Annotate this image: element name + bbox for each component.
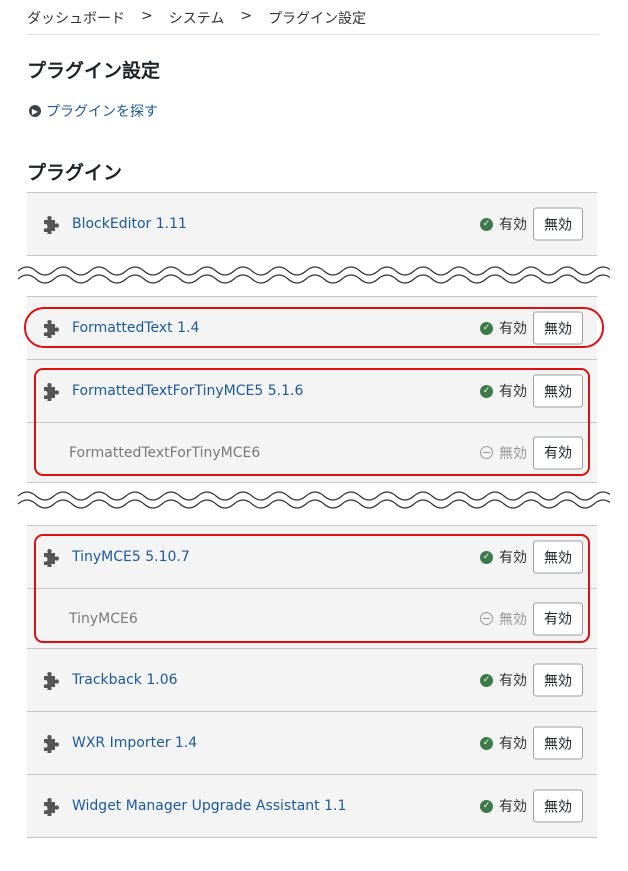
- status-label: 無効: [499, 445, 527, 462]
- plugin-row-widget-manager: Widget Manager Upgrade Assistant 1.1 ✓ 有効…: [27, 775, 597, 838]
- plugin-row-trackback: Trackback 1.06 ✓ 有効 無効: [27, 649, 597, 712]
- status-label: 有効: [499, 550, 527, 566]
- puzzle-icon: [41, 381, 61, 401]
- enable-button[interactable]: 有効: [533, 602, 583, 635]
- plugin-name: TinyMCE6: [69, 610, 138, 627]
- breadcrumb-system[interactable]: システム: [169, 8, 225, 34]
- plugin-name[interactable]: FormattedTextForTinyMCE5 5.1.6: [72, 383, 303, 399]
- breadcrumb-dashboard[interactable]: ダッシュボード: [27, 8, 125, 34]
- section-break-wave: [18, 266, 610, 284]
- plugin-name[interactable]: Trackback 1.06: [72, 672, 178, 688]
- disable-button[interactable]: 無効: [533, 540, 583, 574]
- breadcrumb: ダッシュボード > システム > プラグイン設定: [27, 8, 599, 35]
- plugin-name[interactable]: TinyMCE5 5.10.7: [72, 549, 190, 565]
- plugin-row-tinymce6: TinyMCE6 無効 有効: [27, 589, 597, 649]
- check-circle-icon: ✓: [480, 673, 493, 687]
- plugin-list: FormattedText 1.4 ✓ 有効 無効 FormattedTextFo…: [27, 296, 597, 483]
- puzzle-icon: [41, 214, 61, 234]
- enable-button[interactable]: 有効: [533, 436, 583, 469]
- puzzle-icon: [41, 796, 61, 816]
- page-title: プラグイン設定: [27, 60, 161, 82]
- plugin-status: ✓ 有効: [480, 733, 527, 753]
- plugin-row-formattedtextfortinymce5: FormattedTextForTinyMCE5 5.1.6 ✓ 有効 無効: [27, 360, 597, 423]
- find-plugins-label[interactable]: プラグインを探す: [46, 101, 158, 121]
- breadcrumb-separator: >: [141, 8, 153, 24]
- plugin-status: ✓ 有効: [480, 670, 527, 690]
- status-label: 有効: [499, 321, 527, 337]
- check-circle-icon: ✓: [480, 217, 493, 231]
- section-break-wave: [18, 491, 610, 509]
- find-plugins-link[interactable]: ▶ プラグインを探す: [29, 101, 158, 121]
- breadcrumb-plugin-settings: プラグイン設定: [268, 11, 367, 27]
- check-circle-icon: ✓: [480, 550, 493, 564]
- plugin-list: TinyMCE5 5.10.7 ✓ 有効 無効 TinyMCE6 無効 有効 Tr…: [27, 525, 597, 838]
- check-circle-icon: ✓: [480, 736, 493, 750]
- plugin-row-wxr-importer: WXR Importer 1.4 ✓ 有効 無効: [27, 712, 597, 775]
- plugin-status: 無効: [480, 609, 527, 629]
- plugin-name[interactable]: FormattedText 1.4: [72, 320, 199, 336]
- status-label: 有効: [499, 736, 527, 752]
- plugin-name[interactable]: Widget Manager Upgrade Assistant 1.1: [72, 798, 346, 814]
- plugin-list: BlockEditor 1.11 ✓ 有効 無効: [27, 192, 597, 256]
- puzzle-icon: [41, 547, 61, 567]
- disable-button[interactable]: 無効: [533, 311, 583, 345]
- plugin-row-formattedtext: FormattedText 1.4 ✓ 有効 無効: [27, 297, 597, 360]
- disable-button[interactable]: 無効: [533, 663, 583, 697]
- plugin-name[interactable]: BlockEditor 1.11: [72, 216, 187, 232]
- disable-button[interactable]: 無効: [533, 726, 583, 760]
- section-title: プラグイン: [27, 162, 123, 184]
- check-circle-icon: ✓: [480, 384, 493, 398]
- plugin-row-tinymce5: TinyMCE5 5.10.7 ✓ 有効 無効: [27, 526, 597, 589]
- plugin-status: ✓ 有効: [480, 547, 527, 567]
- disable-button[interactable]: 無効: [533, 207, 583, 241]
- plugin-row-blockeditor: BlockEditor 1.11 ✓ 有効 無効: [27, 193, 597, 256]
- plugin-name[interactable]: WXR Importer 1.4: [72, 735, 197, 751]
- plugin-status: ✓ 有効: [480, 318, 527, 338]
- disable-button[interactable]: 無効: [533, 789, 583, 823]
- status-label: 有効: [499, 799, 527, 815]
- status-label: 有効: [499, 217, 527, 233]
- minus-circle-icon: [480, 612, 493, 625]
- plugin-name: FormattedTextForTinyMCE6: [69, 444, 261, 461]
- breadcrumb-separator: >: [240, 8, 253, 24]
- check-circle-icon: ✓: [480, 799, 493, 813]
- chevron-right-circle-icon: ▶: [29, 105, 41, 117]
- check-circle-icon: ✓: [480, 321, 493, 335]
- puzzle-icon: [41, 670, 61, 690]
- puzzle-icon: [41, 733, 61, 753]
- plugin-status: 無効: [480, 443, 527, 463]
- disable-button[interactable]: 無効: [533, 374, 583, 408]
- plugin-status: ✓ 有効: [480, 381, 527, 401]
- plugin-status: ✓ 有効: [480, 214, 527, 234]
- status-label: 有効: [499, 673, 527, 689]
- plugin-status: ✓ 有効: [480, 796, 527, 816]
- plugin-row-formattedtextfortinymce6: FormattedTextForTinyMCE6 無効 有効: [27, 423, 597, 483]
- puzzle-icon: [41, 318, 61, 338]
- status-label: 無効: [499, 611, 527, 628]
- minus-circle-icon: [480, 446, 493, 459]
- status-label: 有効: [499, 384, 527, 400]
